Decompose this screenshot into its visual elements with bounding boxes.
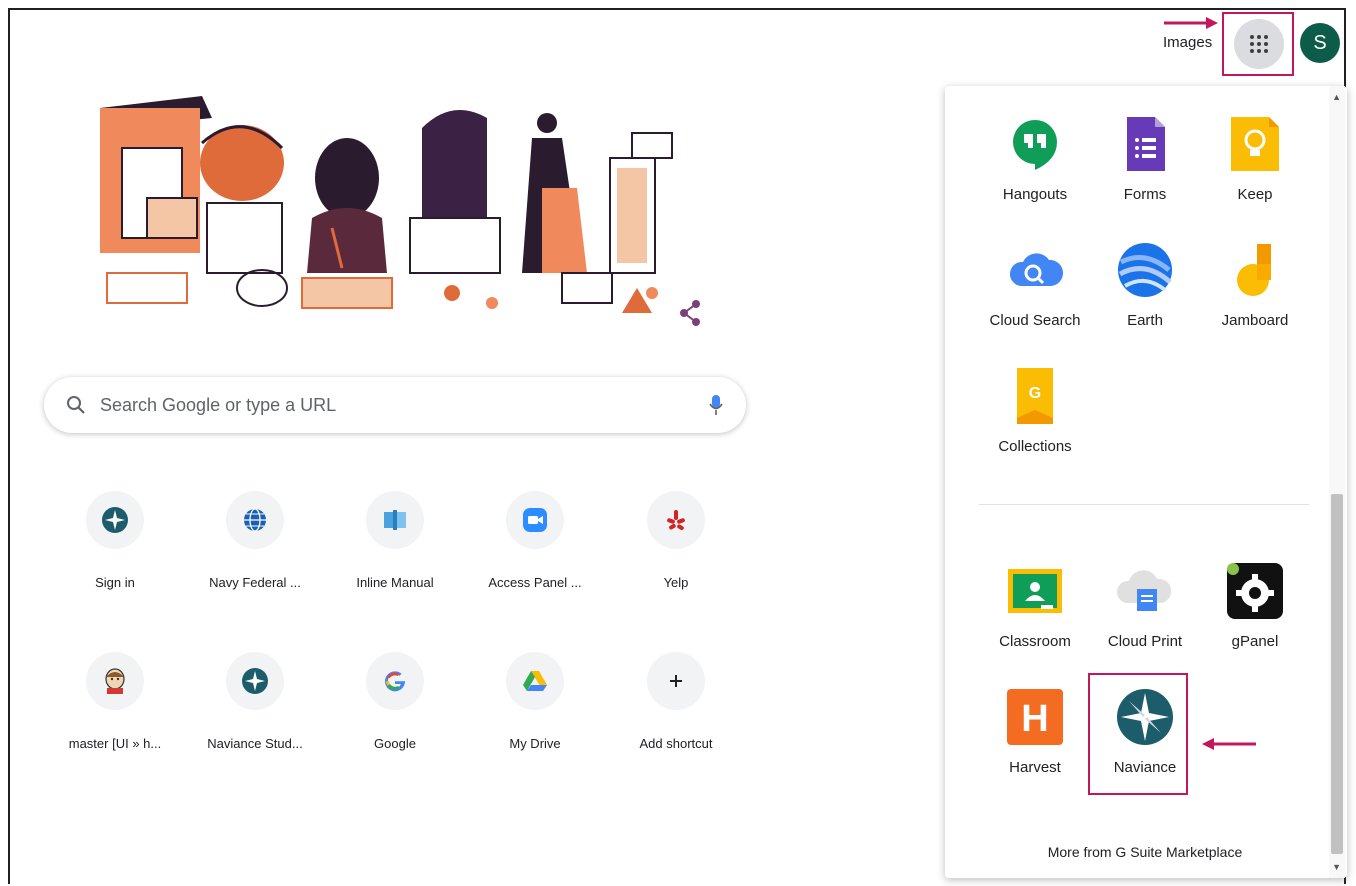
app-label: Cloud Search [989,312,1081,329]
book-icon [384,510,406,530]
images-link[interactable]: Images [1163,34,1212,51]
microphone-icon[interactable] [708,393,724,417]
drive-icon [523,671,547,691]
app-harvest[interactable]: H Harvest [980,687,1090,776]
share-icon[interactable] [680,300,700,326]
app-keep[interactable]: Keep [1200,114,1310,203]
more-from-marketplace-link[interactable]: More from G Suite Marketplace [945,844,1345,860]
app-label: Keep [1237,186,1273,203]
svg-text:H: H [1021,698,1048,740]
scroll-up-icon[interactable]: ▲ [1332,92,1341,102]
compass-icon [242,668,268,694]
app-classroom[interactable]: Classroom [980,561,1090,650]
jamboard-icon [1237,244,1271,296]
shortcut-label: Add shortcut [639,736,713,751]
jenkins-icon [105,668,125,694]
shortcut-sign-in[interactable]: Sign in [45,491,185,590]
gpanel-icon [1227,563,1283,619]
scroll-down-icon[interactable]: ▼ [1332,862,1341,872]
app-naviance[interactable]: Naviance [1090,687,1200,776]
app-label: Jamboard [1221,312,1289,329]
app-jamboard[interactable]: Jamboard [1200,240,1310,329]
app-cloud-search[interactable]: Cloud Search [980,240,1090,329]
shortcut-label: Sign in [95,575,135,590]
panel-divider [979,504,1309,505]
shortcut-naviance-student[interactable]: Naviance Stud... [185,652,325,751]
harvest-icon: H [1007,689,1063,745]
annotation-arrow-right-icon [1164,17,1218,29]
svg-text:G: G [1029,385,1041,402]
zoom-icon [523,508,547,532]
app-label: Harvest [1009,759,1061,776]
shortcut-label: Google [374,736,416,751]
hangouts-icon [1013,120,1057,170]
shortcut-label: Access Panel ... [488,575,582,590]
app-label: Classroom [999,633,1071,650]
app-label: Naviance [1113,759,1177,776]
shortcut-label: master [UI » h... [68,736,162,751]
shortcut-navy-federal[interactable]: Navy Federal ... [185,491,325,590]
search-icon [67,396,85,414]
app-gpanel[interactable]: gPanel [1200,561,1310,650]
search-box[interactable] [44,377,746,433]
app-label: Collections [998,438,1072,455]
google-apps-button[interactable] [1234,19,1284,69]
search-input[interactable] [98,393,708,417]
classroom-icon [1008,569,1062,613]
shortcut-label: Yelp [663,575,689,590]
app-label: gPanel [1231,633,1279,650]
shortcut-inline-manual[interactable]: Inline Manual [325,491,465,590]
plus-icon [670,675,682,687]
app-label: Cloud Print [1107,633,1183,650]
keep-icon [1231,117,1279,171]
naviance-icon [1117,689,1173,745]
shortcut-access-panel[interactable]: Access Panel ... [465,491,605,590]
cloud-print-icon [1116,570,1172,611]
apps-grid-icon [1250,35,1268,53]
google-doodle[interactable] [92,88,712,333]
app-earth[interactable]: Earth [1090,240,1200,329]
app-collections[interactable]: G Collections [980,366,1090,455]
app-forms[interactable]: Forms [1090,114,1200,203]
app-label: Hangouts [1002,186,1068,203]
app-cloud-print[interactable]: Cloud Print [1090,561,1200,650]
shortcut-my-drive[interactable]: My Drive [465,652,605,751]
shortcut-yelp[interactable]: Yelp [606,491,746,590]
compass-icon [102,507,128,533]
app-label: Forms [1123,186,1167,203]
earth-icon [1118,243,1172,297]
add-shortcut-button[interactable]: Add shortcut [606,652,746,751]
forms-icon [1127,117,1165,171]
shortcut-label: Inline Manual [356,575,434,590]
cloud-search-icon [1009,253,1064,286]
annotation-arrow-left-icon [1202,738,1256,750]
shortcut-master-ui[interactable]: master [UI » h... [45,652,185,751]
app-hangouts[interactable]: Hangouts [980,114,1090,203]
collections-icon: G [1017,368,1053,424]
shortcut-google[interactable]: Google [325,652,465,751]
scrollbar-thumb[interactable] [1331,494,1343,854]
google-g-icon [385,671,406,692]
app-label: Earth [1127,312,1163,329]
shortcut-label: My Drive [509,736,561,751]
globe-icon [244,508,266,532]
account-avatar[interactable]: S [1300,23,1340,63]
google-apps-panel: ▲ ▼ Hangouts Forms Keep Cloud Search Ear… [945,86,1347,878]
shortcut-label: Navy Federal ... [209,575,301,590]
shortcut-label: Naviance Stud... [207,736,303,751]
yelp-icon [667,510,685,530]
